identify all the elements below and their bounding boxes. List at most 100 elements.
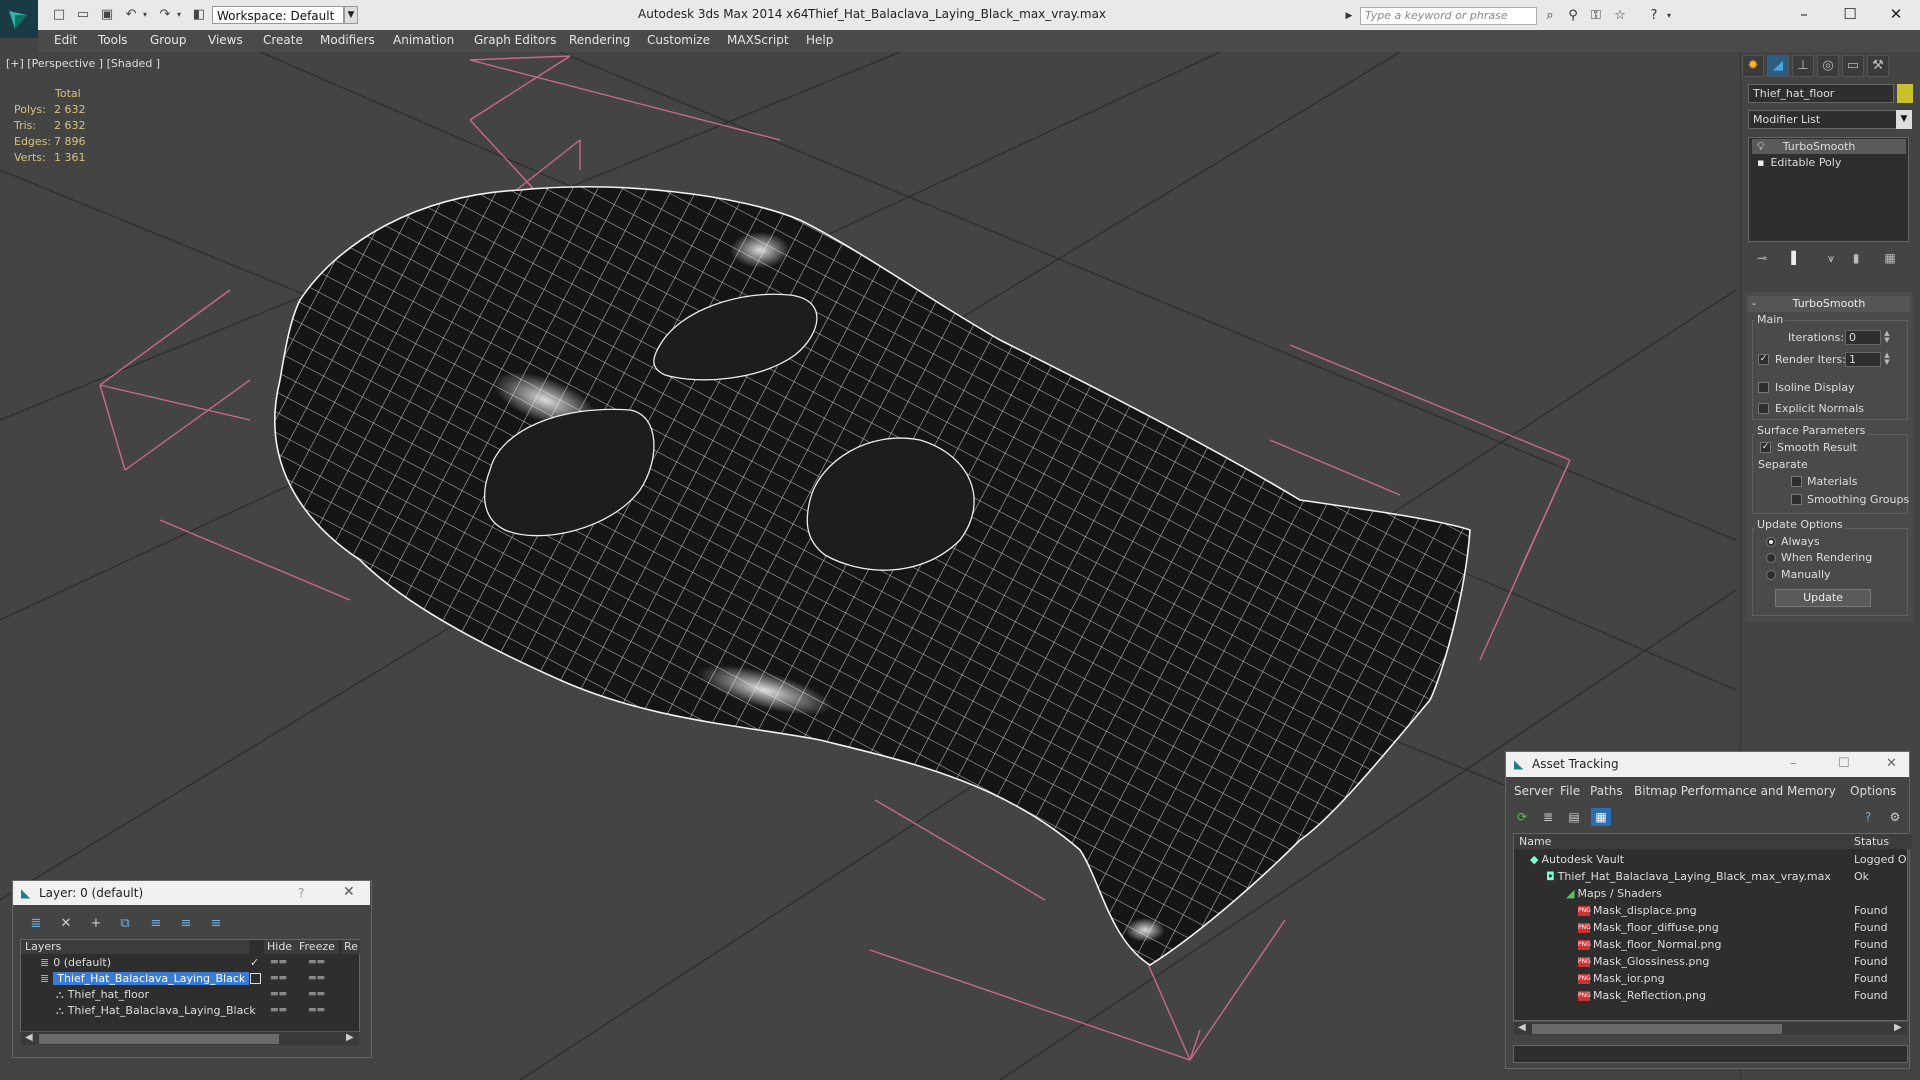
asset-settings-icon[interactable]: ⚙: [1885, 808, 1905, 826]
maximize-icon[interactable]: ☐: [1830, 3, 1870, 25]
hide-toggle[interactable]: ▬▬: [270, 971, 287, 986]
layer-row[interactable]: ⛬ Thief_hat_floor ▬▬ ▬▬: [22, 987, 358, 1002]
column-header-layers[interactable]: Layers: [21, 940, 249, 954]
asset-scrollbar[interactable]: ◀ ▶: [1514, 1021, 1907, 1035]
stack-item-editable-poly[interactable]: ▪ Editable Poly: [1752, 155, 1906, 170]
menu-tools[interactable]: Tools: [98, 33, 128, 47]
layer-help-icon[interactable]: ?: [298, 886, 304, 900]
asset-minimize-icon[interactable]: –: [1790, 756, 1797, 771]
column-header-freeze[interactable]: Freeze: [296, 940, 339, 954]
asset-help-icon[interactable]: ?: [1858, 808, 1878, 826]
separate-smoothing-groups-checkbox[interactable]: [1791, 494, 1802, 505]
open-file-icon[interactable]: ▭: [74, 7, 92, 23]
scroll-right-icon[interactable]: ▶: [346, 1032, 354, 1043]
separate-materials-checkbox[interactable]: [1791, 476, 1802, 487]
thumbnail-view-icon[interactable]: ▤: [1564, 808, 1584, 826]
subscription-icon[interactable]: ⚲: [1565, 8, 1581, 24]
iterations-spinner[interactable]: 0: [1845, 330, 1881, 345]
asset-row[interactable]: ◆ Autodesk Vault Logged O: [1514, 851, 1907, 868]
viewport-label[interactable]: [+] [Perspective ] [Shaded ]: [6, 57, 160, 70]
refresh-icon[interactable]: ⟳: [1512, 808, 1532, 826]
app-logo-button[interactable]: [0, 0, 38, 38]
modifier-list-dropdown-icon[interactable]: ▼: [1896, 110, 1912, 129]
asset-row[interactable]: ◘ Thief_Hat_Balaclava_Laying_Black_max_vr…: [1514, 868, 1907, 885]
hierarchy-tab-icon[interactable]: ⊥: [1792, 55, 1814, 77]
hide-toggle[interactable]: ▬▬: [270, 1003, 287, 1018]
freeze-toggle[interactable]: ▬▬: [308, 955, 325, 970]
delete-layer-icon[interactable]: ✕: [56, 915, 76, 933]
render-iters-checkbox[interactable]: ✓: [1758, 354, 1769, 365]
collapse-icon[interactable]: -: [1752, 296, 1756, 312]
search-input[interactable]: Type a keyword or phrase: [1360, 7, 1537, 25]
update-button[interactable]: Update: [1775, 589, 1871, 607]
hide-toggle[interactable]: ▬▬: [270, 955, 287, 970]
menu-animation[interactable]: Animation: [393, 33, 454, 47]
freeze-toggle[interactable]: ▬▬: [308, 971, 325, 986]
scrollbar-thumb[interactable]: [39, 1034, 279, 1044]
expand-box-icon[interactable]: ▪: [1757, 156, 1764, 169]
hide-toggle[interactable]: ▬▬: [270, 987, 287, 1002]
favorites-star-icon[interactable]: ☆: [1612, 8, 1628, 24]
asset-menu-file[interactable]: File: [1560, 784, 1580, 798]
menu-views[interactable]: Views: [208, 33, 243, 47]
menu-create[interactable]: Create: [263, 33, 303, 47]
scroll-left-icon[interactable]: ◀: [1518, 1022, 1526, 1033]
active-layer-box-icon[interactable]: [250, 973, 261, 984]
object-color-swatch[interactable]: [1897, 84, 1913, 103]
freeze-all-layers-icon[interactable]: ≡: [206, 915, 226, 933]
layer-row[interactable]: ≣ 0 (default) ✓ ▬▬ ▬▬: [22, 955, 358, 970]
isoline-display-checkbox[interactable]: [1758, 382, 1769, 393]
asset-menu-bitmap-performance[interactable]: Bitmap Performance and Memory: [1634, 784, 1836, 798]
spinner-arrows-icon[interactable]: ▲ ▼: [1883, 330, 1891, 345]
asset-row[interactable]: PNG Mask_displace.png Found: [1514, 902, 1907, 919]
scrollbar-thumb[interactable]: [1532, 1024, 1782, 1034]
asset-row[interactable]: PNG Mask_ior.png Found: [1514, 970, 1907, 987]
asset-row[interactable]: PNG Mask_Reflection.png Found: [1514, 987, 1907, 1004]
motion-tab-icon[interactable]: ◎: [1817, 55, 1839, 77]
select-objects-in-layer-icon[interactable]: ⧉: [115, 915, 135, 933]
project-folder-icon[interactable]: ◧: [190, 7, 208, 23]
binoculars-icon[interactable]: ⌕: [1542, 8, 1558, 24]
undo-dropdown-icon[interactable]: ▾: [140, 7, 150, 23]
update-when-rendering-radio[interactable]: [1766, 553, 1776, 563]
redo-dropdown-icon[interactable]: ▾: [174, 7, 184, 23]
scroll-right-icon[interactable]: ▶: [1894, 1022, 1902, 1033]
minimize-icon[interactable]: –: [1784, 3, 1824, 25]
highlight-layer-icon[interactable]: ≡: [146, 915, 166, 933]
show-end-result-icon[interactable]: ▌: [1786, 250, 1806, 266]
layer-scrollbar[interactable]: ◀ ▶: [21, 1031, 359, 1045]
stack-item-turbosmooth[interactable]: 💡︎ TurboSmooth: [1752, 139, 1906, 154]
make-unique-icon[interactable]: ⩛: [1821, 250, 1841, 266]
search-expand-icon[interactable]: ▶: [1344, 8, 1354, 24]
save-file-icon[interactable]: ▣: [98, 7, 116, 23]
asset-menu-paths[interactable]: Paths: [1590, 784, 1623, 798]
create-tab-icon[interactable]: ✹: [1742, 55, 1764, 77]
column-header-name[interactable]: Name: [1514, 834, 1849, 849]
display-tab-icon[interactable]: ▭: [1842, 55, 1864, 77]
asset-row[interactable]: PNG Mask_floor_diffuse.png Found: [1514, 919, 1907, 936]
workspace-select[interactable]: Workspace: Default: [212, 6, 344, 24]
asset-maximize-icon[interactable]: ☐: [1838, 756, 1850, 771]
asset-row[interactable]: PNG Mask_floor_Normal.png Found: [1514, 936, 1907, 953]
utilities-tab-icon[interactable]: ⚒: [1867, 55, 1889, 77]
menu-modifiers[interactable]: Modifiers: [320, 33, 375, 47]
menu-customize[interactable]: Customize: [647, 33, 710, 47]
table-view-icon[interactable]: ▦: [1591, 808, 1611, 826]
add-layer-icon[interactable]: +: [86, 915, 106, 933]
new-file-icon[interactable]: □: [50, 7, 68, 23]
help-icon[interactable]: ?: [1646, 8, 1662, 24]
lightbulb-icon[interactable]: 💡︎: [1757, 140, 1765, 153]
asset-close-icon[interactable]: ✕: [1886, 756, 1897, 771]
communication-center-icon[interactable]: ⚿: [1588, 8, 1604, 24]
update-manually-radio[interactable]: [1766, 570, 1776, 580]
menu-rendering[interactable]: Rendering: [569, 33, 630, 47]
workspace-dropdown-icon[interactable]: ▼: [344, 6, 358, 24]
layer-dialog-titlebar[interactable]: ◣ Layer: 0 (default) ? ✕: [13, 881, 370, 905]
list-view-icon[interactable]: ≣: [1538, 808, 1558, 826]
asset-row[interactable]: PNG Mask_Glossiness.png Found: [1514, 953, 1907, 970]
render-iters-spinner[interactable]: 1: [1845, 352, 1881, 367]
column-header-hide[interactable]: Hide: [264, 940, 297, 954]
remove-modifier-icon[interactable]: ▮: [1846, 250, 1866, 266]
undo-icon[interactable]: ↶: [122, 7, 140, 23]
explicit-normals-checkbox[interactable]: [1758, 403, 1769, 414]
